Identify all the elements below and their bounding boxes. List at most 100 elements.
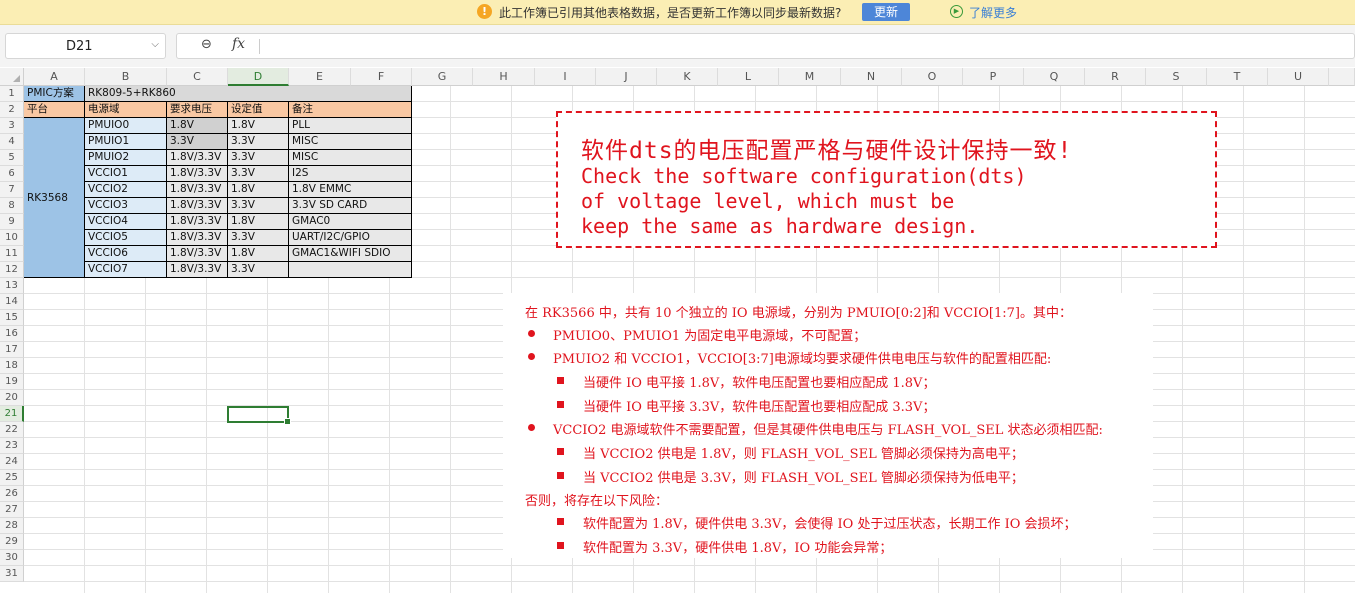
cell-e5[interactable]: MISC [289, 150, 412, 166]
cell-c3[interactable]: 1.8V [167, 118, 228, 134]
row-header-10[interactable]: 10 [0, 230, 24, 246]
cell-d5[interactable]: 3.3V [228, 150, 289, 166]
cell-c4[interactable]: 3.3V [167, 134, 228, 150]
row-header-2[interactable]: 2 [0, 102, 24, 118]
cell-c9[interactable]: 1.8V/3.3V [167, 214, 228, 230]
learn-more-link[interactable]: 了解更多 [969, 4, 1017, 21]
column-header-c[interactable]: C [167, 68, 228, 86]
cell-b10[interactable]: VCCIO5 [85, 230, 167, 246]
cell-c11[interactable]: 1.8V/3.3V [167, 246, 228, 262]
row-header-5[interactable]: 5 [0, 150, 24, 166]
cell-b7[interactable]: VCCIO2 [85, 182, 167, 198]
cell-d11[interactable]: 1.8V [228, 246, 289, 262]
cell-b2[interactable]: 电源域 [85, 102, 167, 118]
cell-b9[interactable]: VCCIO4 [85, 214, 167, 230]
row-header-27[interactable]: 27 [0, 502, 24, 518]
cell-d3[interactable]: 1.8V [228, 118, 289, 134]
cell-c2[interactable]: 要求电压 [167, 102, 228, 118]
row-header-20[interactable]: 20 [0, 390, 24, 406]
embedded-doc-image[interactable]: 在 RK3566 中，共有 10 个独立的 IO 电源域，分别为 PMUIO[0… [503, 293, 1153, 558]
row-header-9[interactable]: 9 [0, 214, 24, 230]
cell-d7[interactable]: 1.8V [228, 182, 289, 198]
row-header-8[interactable]: 8 [0, 198, 24, 214]
function-icon[interactable]: fx [232, 36, 245, 52]
column-header-k[interactable]: K [657, 68, 718, 86]
row-header-28[interactable]: 28 [0, 518, 24, 534]
cell-c7[interactable]: 1.8V/3.3V [167, 182, 228, 198]
row-header-11[interactable]: 11 [0, 246, 24, 262]
cell-b12[interactable]: VCCIO7 [85, 262, 167, 278]
row-header-14[interactable]: 14 [0, 294, 24, 310]
row-header-31[interactable]: 31 [0, 566, 24, 582]
cell-c10[interactable]: 1.8V/3.3V [167, 230, 228, 246]
cell-e7[interactable]: 1.8V EMMC [289, 182, 412, 198]
row-header-3[interactable]: 3 [0, 118, 24, 134]
row-header-4[interactable]: 4 [0, 134, 24, 150]
row-header-29[interactable]: 29 [0, 534, 24, 550]
cell-c5[interactable]: 1.8V/3.3V [167, 150, 228, 166]
cell-b11[interactable]: VCCIO6 [85, 246, 167, 262]
row-header-23[interactable]: 23 [0, 438, 24, 454]
cell-d9[interactable]: 1.8V [228, 214, 289, 230]
cell-e10[interactable]: UART/I2C/GPIO [289, 230, 412, 246]
row-header-13[interactable]: 13 [0, 278, 24, 294]
column-header-s[interactable]: S [1146, 68, 1207, 86]
row-header-21[interactable]: 21 [0, 406, 24, 422]
zoom-icon[interactable]: ⊖ [201, 37, 212, 52]
cell-a2[interactable]: 平台 [24, 102, 85, 118]
column-header-o[interactable]: O [902, 68, 963, 86]
cell-e12[interactable] [289, 262, 412, 278]
row-header-17[interactable]: 17 [0, 342, 24, 358]
row-header-16[interactable]: 16 [0, 326, 24, 342]
cell-d2[interactable]: 设定值 [228, 102, 289, 118]
cell-b3[interactable]: PMUIO0 [85, 118, 167, 134]
column-header-r[interactable]: R [1085, 68, 1146, 86]
chevron-down-icon[interactable]: ⌵ [151, 39, 159, 50]
row-header-26[interactable]: 26 [0, 486, 24, 502]
row-header-22[interactable]: 22 [0, 422, 24, 438]
column-header-l[interactable]: L [718, 68, 779, 86]
play-circle-icon[interactable]: ▶ [950, 5, 963, 18]
row-header-18[interactable]: 18 [0, 358, 24, 374]
cell-platform[interactable]: RK3568 [24, 118, 85, 278]
active-cell-d21[interactable] [227, 406, 291, 425]
row-header-6[interactable]: 6 [0, 166, 24, 182]
row-header-15[interactable]: 15 [0, 310, 24, 326]
row-header-30[interactable]: 30 [0, 550, 24, 566]
row-header-1[interactable]: 1 [0, 86, 24, 102]
cell-e2[interactable]: 备注 [289, 102, 412, 118]
cell-e11[interactable]: GMAC1&WIFI SDIO [289, 246, 412, 262]
row-header-12[interactable]: 12 [0, 262, 24, 278]
update-button[interactable]: 更新 [862, 3, 910, 21]
column-header-e[interactable]: E [289, 68, 351, 86]
column-header-i[interactable]: I [535, 68, 596, 86]
cell-d8[interactable]: 3.3V [228, 198, 289, 214]
column-header-n[interactable]: N [841, 68, 902, 86]
cell-b6[interactable]: VCCIO1 [85, 166, 167, 182]
formula-input[interactable]: ⊖ fx [176, 33, 1355, 59]
row-header-25[interactable]: 25 [0, 470, 24, 486]
name-box[interactable]: D21 ⌵ [5, 33, 166, 59]
column-header-q[interactable]: Q [1024, 68, 1085, 86]
cell-c6[interactable]: 1.8V/3.3V [167, 166, 228, 182]
cell-e9[interactable]: GMAC0 [289, 214, 412, 230]
column-header-g[interactable]: G [412, 68, 473, 86]
cell-e6[interactable]: I2S [289, 166, 412, 182]
cell-a1[interactable]: PMIC方案 [24, 86, 85, 102]
cell-b8[interactable]: VCCIO3 [85, 198, 167, 214]
column-header-p[interactable]: P [963, 68, 1024, 86]
row-header-19[interactable]: 19 [0, 374, 24, 390]
column-header-u[interactable]: U [1268, 68, 1329, 86]
column-header-f[interactable]: F [351, 68, 412, 86]
column-header-h[interactable]: H [473, 68, 535, 86]
column-header-m[interactable]: M [779, 68, 841, 86]
cell-e8[interactable]: 3.3V SD CARD [289, 198, 412, 214]
column-header-d[interactable]: D [228, 68, 289, 86]
cell-d10[interactable]: 3.3V [228, 230, 289, 246]
column-header-v[interactable] [1329, 68, 1355, 86]
cell-e3[interactable]: PLL [289, 118, 412, 134]
cell-d6[interactable]: 3.3V [228, 166, 289, 182]
column-header-a[interactable]: A [24, 68, 85, 86]
warning-note-box[interactable]: 软件dts的电压配置严格与硬件设计保持一致! Check the softwar… [556, 111, 1217, 248]
cell-e4[interactable]: MISC [289, 134, 412, 150]
